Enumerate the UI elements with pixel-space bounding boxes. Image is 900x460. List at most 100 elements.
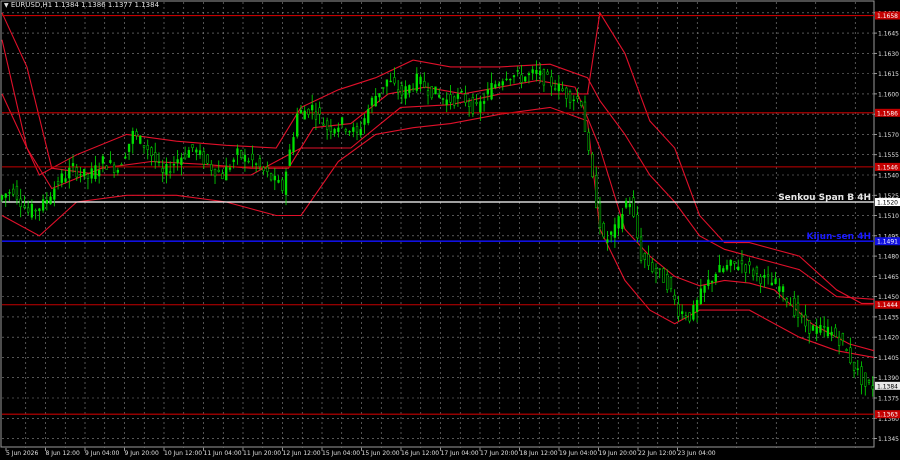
red-level-1363-price-label: 1.1363 <box>877 412 898 419</box>
candle-body <box>568 91 572 103</box>
candle-body <box>621 214 624 229</box>
candle-body <box>449 94 452 103</box>
candle-body <box>662 268 665 283</box>
x-tick-label: 16 Jun 12:00 <box>401 450 439 457</box>
candle-body <box>494 84 497 88</box>
candle-body <box>157 161 161 163</box>
plot-background <box>0 0 900 460</box>
candle-body <box>269 173 273 181</box>
candle-body <box>415 73 418 91</box>
candle-body <box>83 168 86 177</box>
candle-body <box>837 336 841 346</box>
candle-body <box>793 297 796 316</box>
candle-body <box>636 214 639 239</box>
candle-body <box>318 107 321 115</box>
senkou-span-b-price-label: 1.1520 <box>877 200 898 207</box>
candle-body <box>277 179 280 183</box>
candle-body <box>632 197 635 217</box>
candle-body <box>307 108 310 115</box>
candle-body <box>531 69 534 74</box>
chart-window[interactable]: Senkou Span B 4H Kijun-sen 4H 1.1345 1.136… <box>0 0 900 460</box>
candle-body <box>195 149 198 153</box>
candle-body <box>75 167 78 178</box>
x-tick-label: 12 Jun 12:00 <box>283 450 321 457</box>
candle-body <box>303 110 306 120</box>
candle-body <box>404 86 407 99</box>
candle-body <box>281 179 284 191</box>
candle-body <box>105 165 108 170</box>
candle-body <box>752 269 755 277</box>
candle-body <box>501 81 504 86</box>
candle-body <box>606 239 609 243</box>
candle-body <box>576 96 579 100</box>
price-chart[interactable]: Senkou Span B 4H Kijun-sen 4H 1.1345 1.136… <box>0 0 900 460</box>
candle-body <box>396 89 400 93</box>
x-tick-label: 17 Jun 20:00 <box>480 450 518 457</box>
x-tick-label: 11 Jun 04:00 <box>204 450 242 457</box>
x-tick-label: 5 Jun 2026 <box>6 450 38 457</box>
candle-body <box>763 275 766 278</box>
candle-body <box>561 88 564 91</box>
x-tick-label: 9 Jun 20:00 <box>125 450 159 457</box>
candle-body <box>374 95 377 107</box>
x-tick-label: 17 Jun 04:00 <box>441 450 479 457</box>
candle-body <box>710 281 714 283</box>
candle-body <box>344 129 347 132</box>
candle-body <box>673 294 676 300</box>
candle-body <box>251 153 254 161</box>
y-tick-label: 1.1435 <box>878 314 899 321</box>
x-tick-label: 19 Jun 04:00 <box>559 450 597 457</box>
candle-body <box>703 285 706 293</box>
candle-body <box>460 91 463 93</box>
y-tick-label: 1.1420 <box>878 335 899 342</box>
red-level-1444-price-label: 1.1444 <box>877 302 898 309</box>
candle-body <box>512 75 516 78</box>
candle-body <box>737 266 740 271</box>
candle-body <box>830 331 833 336</box>
candle-body <box>479 101 482 113</box>
candle-body <box>131 130 134 144</box>
candle-body <box>688 312 691 322</box>
candle-body <box>254 163 258 165</box>
candle-body <box>206 154 209 164</box>
candle-body <box>53 188 56 200</box>
candle-body <box>617 216 620 229</box>
y-tick-label: 1.1555 <box>878 152 899 159</box>
candle-body <box>871 385 874 390</box>
candle-body <box>628 203 631 208</box>
y-tick-label: 1.1345 <box>878 436 899 443</box>
candle-body <box>509 78 512 81</box>
candle-body <box>464 94 467 103</box>
candle-body <box>453 96 456 106</box>
candle-body <box>852 361 856 371</box>
candle-body <box>527 73 531 76</box>
candle-body <box>183 153 187 159</box>
candle-body <box>591 154 594 177</box>
candle-body <box>266 166 269 172</box>
candle-body <box>651 262 654 272</box>
candle-body <box>624 200 628 208</box>
candle-body <box>557 83 560 92</box>
y-tick-label: 1.1390 <box>878 375 899 382</box>
candle-body <box>30 203 34 218</box>
candle-body <box>826 326 830 337</box>
candle-body <box>692 305 695 320</box>
candle-body <box>505 78 508 81</box>
candle-body <box>811 325 815 331</box>
candle-body <box>101 156 105 164</box>
candle-body <box>580 101 583 106</box>
candle-body <box>60 173 63 183</box>
candle-body <box>789 304 792 306</box>
candle-body <box>389 80 392 83</box>
candle-body <box>718 264 721 273</box>
candle-body <box>542 69 546 86</box>
y-tick-label: 1.1630 <box>878 51 899 58</box>
candle-body <box>38 208 41 212</box>
time-axis[interactable]: 5 Jun 2026 8 Jun 12:00 9 Jun 04:00 9 Jun 20… <box>5 448 716 457</box>
candle-body <box>834 327 837 337</box>
x-tick-label: 15 Jun 20:00 <box>362 450 400 457</box>
triangle-down-icon[interactable]: ▼ <box>4 2 9 9</box>
candle-body <box>8 192 11 194</box>
candle-body <box>68 167 71 179</box>
candle-body <box>587 131 590 151</box>
